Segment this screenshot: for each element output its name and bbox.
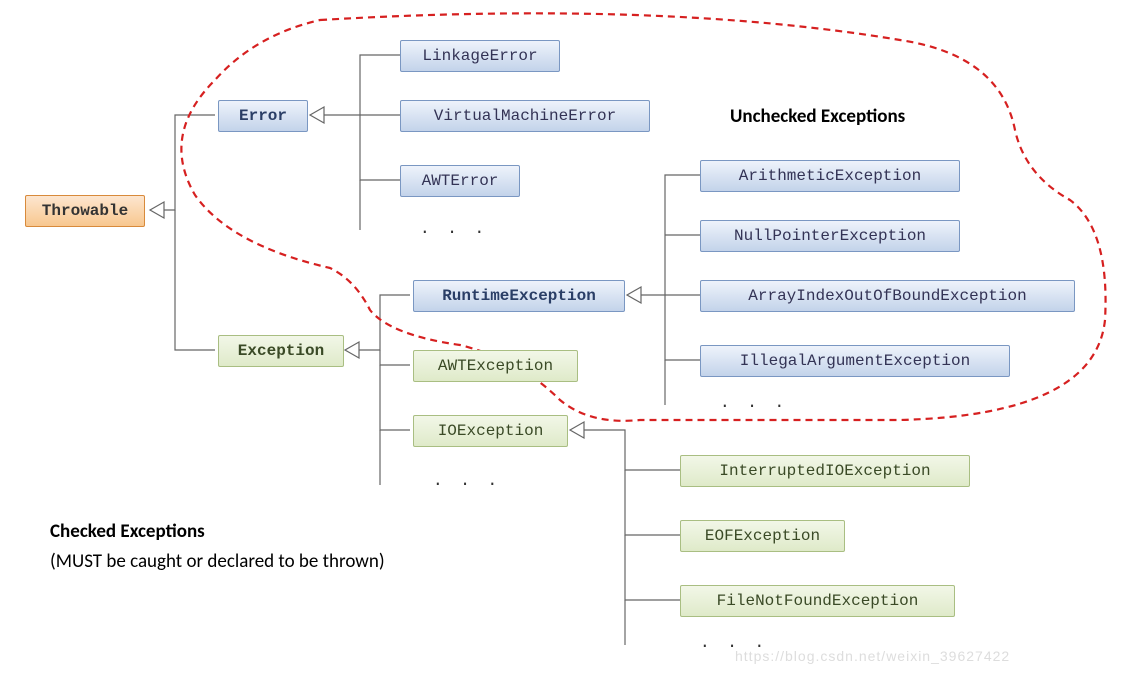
node-fnf: FileNotFoundException xyxy=(680,585,955,617)
error-ellipsis: . . . xyxy=(420,218,488,237)
runtime-ellipsis: . . . xyxy=(720,392,788,411)
node-vm-error: VirtualMachineError xyxy=(400,100,650,132)
node-arithmetic: ArithmeticException xyxy=(700,160,960,192)
node-linkage-error: LinkageError xyxy=(400,40,560,72)
watermark: https://blog.csdn.net/weixin_39627422 xyxy=(735,648,1010,664)
node-runtime-exception: RuntimeException xyxy=(413,280,625,312)
node-npe: NullPointerException xyxy=(700,220,960,252)
label-checked-title: Checked Exceptions xyxy=(50,520,205,543)
node-aioob: ArrayIndexOutOfBoundException xyxy=(700,280,1075,312)
node-error: Error xyxy=(218,100,308,132)
label-unchecked: Unchecked Exceptions xyxy=(730,105,905,128)
node-exception: Exception xyxy=(218,335,344,367)
node-awt-exception: AWTException xyxy=(413,350,578,382)
node-eof: EOFException xyxy=(680,520,845,552)
node-io-exception: IOException xyxy=(413,415,568,447)
label-checked-sub: (MUST be caught or declared to be thrown… xyxy=(50,550,385,573)
node-illegal-arg: IllegalArgumentException xyxy=(700,345,1010,377)
node-awt-error: AWTError xyxy=(400,165,520,197)
node-interrupted-io: InterruptedIOException xyxy=(680,455,970,487)
exception-ellipsis: . . . xyxy=(433,470,501,489)
node-throwable: Throwable xyxy=(25,195,145,227)
